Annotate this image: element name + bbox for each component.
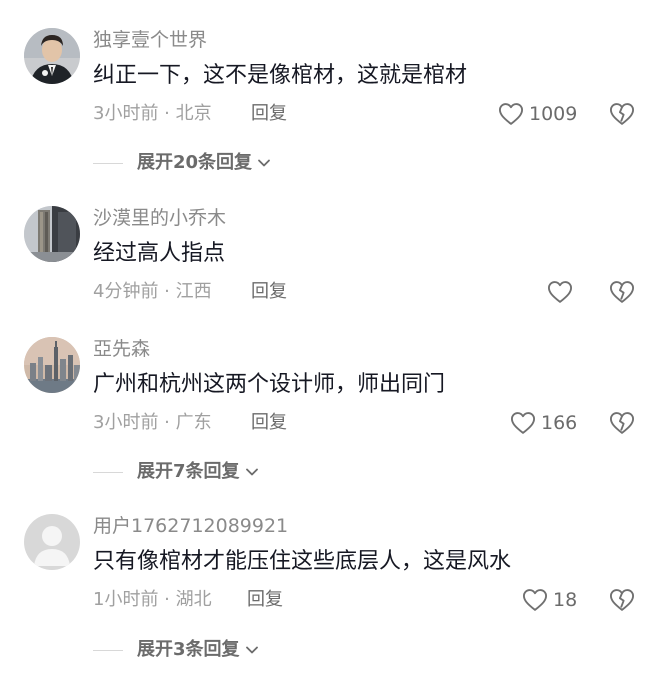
avatar[interactable] [24,337,80,393]
like-button[interactable]: 1009 [497,98,577,130]
comment-meta: 3小时前 · 广东 [93,412,212,433]
comment-username[interactable]: 独享壹个世界 [93,28,207,52]
divider-line [93,649,123,651]
divider-line [93,162,123,164]
dislike-button[interactable] [606,276,638,308]
avatar[interactable] [24,28,80,84]
comment-meta: 3小时前 · 北京 [93,103,212,124]
comment-meta: 4分钟前 · 江西 [93,281,212,302]
reply-button[interactable]: 回复 [247,588,283,612]
like-count: 1009 [529,103,578,125]
avatar[interactable] [24,206,80,262]
comment-username[interactable]: 用户1762712089921 [93,514,288,538]
like-button[interactable]: 18 [521,584,577,616]
comment-text: 广州和杭州这两个设计师，师出同门 [93,372,446,397]
chevron-down-icon [258,159,270,167]
comment-text: 经过高人指点 [93,241,226,266]
reply-button[interactable]: 回复 [251,280,287,304]
heart-outline-icon [510,412,536,434]
divider-line [93,471,123,473]
dislike-button[interactable] [606,407,638,439]
heart-outline-icon [547,281,573,303]
expand-replies-label: 展开20条回复 [137,152,253,173]
like-count: 166 [541,412,578,434]
broken-heart-icon [609,281,635,303]
avatar[interactable] [24,514,80,570]
comment-text: 纠正一下，这不是像棺材，这就是棺材 [93,63,468,88]
chevron-down-icon [245,646,258,654]
broken-heart-icon [609,412,635,434]
expand-replies-label: 展开3条回复 [137,639,240,660]
dislike-button[interactable] [606,584,638,616]
like-count: 18 [553,589,578,611]
comment-meta: 1小时前 · 湖北 [93,589,212,610]
expand-replies-button[interactable]: 展开7条回复 [93,460,260,484]
heart-outline-icon [522,589,548,611]
dislike-button[interactable] [606,98,638,130]
reply-button[interactable]: 回复 [251,102,287,126]
expand-replies-button[interactable]: 展开3条回复 [93,638,260,662]
heart-outline-icon [498,103,524,125]
like-button[interactable]: 166 [509,407,577,439]
comment-text: 只有像棺材才能压住这些底层人，这是风水 [93,549,512,574]
expand-replies-label: 展开7条回复 [137,461,240,482]
like-button[interactable] [546,276,578,308]
broken-heart-icon [609,589,635,611]
comment-username[interactable]: 沙漠里的小乔木 [93,206,226,230]
comment-username[interactable]: 亞先森 [93,337,150,361]
expand-replies-button[interactable]: 展开20条回复 [93,151,272,175]
reply-button[interactable]: 回复 [251,411,287,435]
chevron-down-icon [245,468,258,476]
broken-heart-icon [609,103,635,125]
